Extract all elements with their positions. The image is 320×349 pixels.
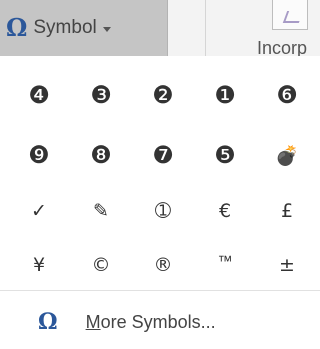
symbol-cell[interactable]: €: [194, 186, 256, 236]
symbol-cell[interactable]: ❶: [194, 70, 256, 120]
document-icon: [272, 0, 308, 30]
symbol-cell[interactable]: ™: [194, 236, 256, 286]
symbol-button-label: Symbol: [33, 17, 97, 38]
symbol-cell[interactable]: ❷: [132, 70, 194, 120]
symbol-cell[interactable]: ©: [70, 240, 132, 290]
symbol-cell[interactable]: ❸: [70, 70, 132, 120]
symbol-cell[interactable]: ➀: [132, 186, 194, 236]
symbol-menu-screen: Ω Symbol Incorp ❹ ❸ ❷ ❶ ❻ ❾ ❽ ❼ ❺ 💣 ✓ ✎ …: [0, 0, 320, 349]
chevron-down-icon: [102, 26, 111, 32]
ribbon-divider: [205, 0, 206, 56]
symbol-cell[interactable]: ±: [256, 240, 318, 290]
symbol-cell[interactable]: ❽: [70, 130, 132, 180]
omega-icon: Ω: [6, 13, 28, 42]
menu-divider: [0, 290, 320, 291]
more-symbols-label-rest: ore Symbols...: [100, 311, 216, 332]
omega-icon: Ω: [38, 309, 58, 335]
access-key: M: [85, 311, 101, 332]
symbol-cell[interactable]: ✓: [8, 186, 70, 236]
symbol-cell[interactable]: ✎: [70, 186, 132, 236]
symbol-cell[interactable]: 💣: [256, 130, 318, 180]
symbol-dropdown: ❹ ❸ ❷ ❶ ❻ ❾ ❽ ❼ ❺ 💣 ✓ ✎ ➀ € £ ¥ © ® ™ ± …: [0, 56, 320, 349]
symbol-cell[interactable]: £: [256, 186, 318, 236]
symbol-cell[interactable]: ®: [132, 240, 194, 290]
symbol-cell[interactable]: ❺: [194, 130, 256, 180]
symbol-button[interactable]: Ω Symbol: [0, 0, 168, 56]
symbol-cell[interactable]: ❼: [132, 130, 194, 180]
symbol-cell[interactable]: ❹: [8, 70, 70, 120]
symbol-cell[interactable]: ¥: [8, 240, 70, 290]
symbol-cell[interactable]: ❻: [256, 70, 318, 120]
more-symbols-item[interactable]: Ω More Symbols...: [0, 304, 320, 340]
more-symbols-label: More Symbols...: [86, 312, 216, 333]
symbol-cell[interactable]: ❾: [8, 130, 70, 180]
